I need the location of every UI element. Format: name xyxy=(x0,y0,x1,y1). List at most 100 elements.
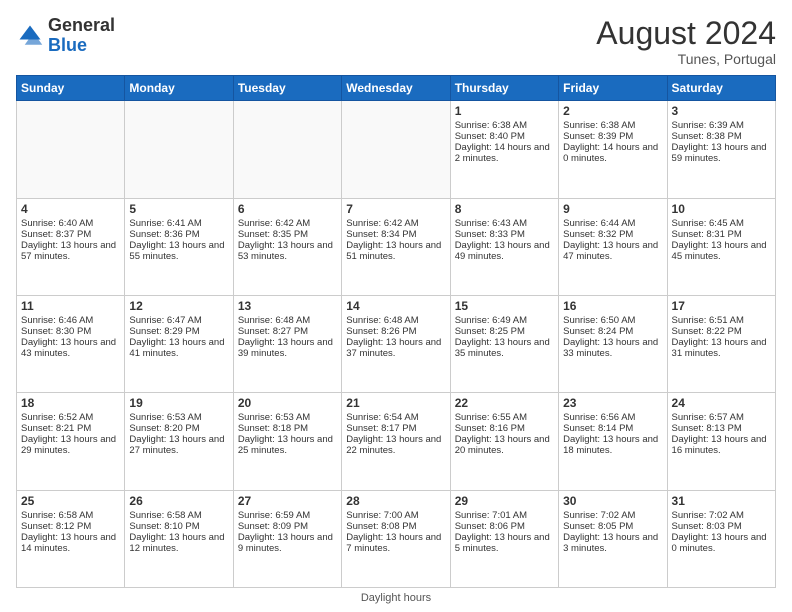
day-info: Daylight: 13 hours and 49 minutes. xyxy=(455,240,554,262)
day-info: Sunset: 8:20 PM xyxy=(129,423,228,434)
logo: General Blue xyxy=(16,16,115,56)
day-number: 27 xyxy=(238,494,337,508)
day-number: 5 xyxy=(129,202,228,216)
day-number: 19 xyxy=(129,396,228,410)
day-info: Sunset: 8:14 PM xyxy=(563,423,662,434)
day-info: Sunrise: 6:54 AM xyxy=(346,412,445,423)
calendar-cell: 30Sunrise: 7:02 AMSunset: 8:05 PMDayligh… xyxy=(559,490,667,587)
day-info: Sunrise: 6:49 AM xyxy=(455,315,554,326)
day-info: Sunrise: 6:39 AM xyxy=(672,120,771,131)
day-info: Sunrise: 6:51 AM xyxy=(672,315,771,326)
day-number: 23 xyxy=(563,396,662,410)
calendar-cell: 20Sunrise: 6:53 AMSunset: 8:18 PMDayligh… xyxy=(233,393,341,490)
calendar-cell: 23Sunrise: 6:56 AMSunset: 8:14 PMDayligh… xyxy=(559,393,667,490)
calendar-cell: 9Sunrise: 6:44 AMSunset: 8:32 PMDaylight… xyxy=(559,198,667,295)
calendar-cell: 12Sunrise: 6:47 AMSunset: 8:29 PMDayligh… xyxy=(125,295,233,392)
day-info: Sunset: 8:03 PM xyxy=(672,521,771,532)
day-number: 12 xyxy=(129,299,228,313)
day-info: Sunrise: 6:48 AM xyxy=(346,315,445,326)
day-number: 10 xyxy=(672,202,771,216)
month-year: August 2024 xyxy=(596,16,776,51)
day-info: Sunrise: 6:38 AM xyxy=(563,120,662,131)
calendar-cell: 21Sunrise: 6:54 AMSunset: 8:17 PMDayligh… xyxy=(342,393,450,490)
week-row-1: 1Sunrise: 6:38 AMSunset: 8:40 PMDaylight… xyxy=(17,101,776,198)
calendar: SundayMondayTuesdayWednesdayThursdayFrid… xyxy=(16,75,776,588)
day-header-saturday: Saturday xyxy=(667,76,775,101)
day-info: Daylight: 13 hours and 35 minutes. xyxy=(455,337,554,359)
day-info: Sunset: 8:39 PM xyxy=(563,131,662,142)
day-info: Sunrise: 6:57 AM xyxy=(672,412,771,423)
day-info: Sunset: 8:33 PM xyxy=(455,229,554,240)
week-row-2: 4Sunrise: 6:40 AMSunset: 8:37 PMDaylight… xyxy=(17,198,776,295)
day-info: Sunrise: 6:56 AM xyxy=(563,412,662,423)
location: Tunes, Portugal xyxy=(596,51,776,67)
day-header-monday: Monday xyxy=(125,76,233,101)
page: General Blue August 2024 Tunes, Portugal… xyxy=(0,0,792,612)
day-info: Sunset: 8:29 PM xyxy=(129,326,228,337)
header: General Blue August 2024 Tunes, Portugal xyxy=(16,16,776,67)
day-info: Sunset: 8:40 PM xyxy=(455,131,554,142)
day-info: Sunset: 8:17 PM xyxy=(346,423,445,434)
title-block: August 2024 Tunes, Portugal xyxy=(596,16,776,67)
day-header-friday: Friday xyxy=(559,76,667,101)
day-info: Daylight: 13 hours and 31 minutes. xyxy=(672,337,771,359)
day-number: 29 xyxy=(455,494,554,508)
calendar-cell: 3Sunrise: 6:39 AMSunset: 8:38 PMDaylight… xyxy=(667,101,775,198)
day-info: Sunrise: 6:50 AM xyxy=(563,315,662,326)
footer: Daylight hours xyxy=(16,588,776,604)
day-number: 7 xyxy=(346,202,445,216)
day-info: Daylight: 13 hours and 20 minutes. xyxy=(455,434,554,456)
day-info: Sunrise: 6:53 AM xyxy=(238,412,337,423)
day-info: Sunset: 8:21 PM xyxy=(21,423,120,434)
logo-icon xyxy=(16,22,44,50)
day-info: Sunrise: 6:48 AM xyxy=(238,315,337,326)
day-info: Daylight: 13 hours and 39 minutes. xyxy=(238,337,337,359)
footer-label: Daylight hours xyxy=(361,592,431,604)
day-info: Daylight: 13 hours and 51 minutes. xyxy=(346,240,445,262)
day-info: Sunrise: 6:55 AM xyxy=(455,412,554,423)
day-info: Sunrise: 6:38 AM xyxy=(455,120,554,131)
day-info: Sunrise: 6:42 AM xyxy=(238,218,337,229)
day-info: Daylight: 13 hours and 33 minutes. xyxy=(563,337,662,359)
day-info: Daylight: 13 hours and 12 minutes. xyxy=(129,532,228,554)
week-row-4: 18Sunrise: 6:52 AMSunset: 8:21 PMDayligh… xyxy=(17,393,776,490)
calendar-cell: 6Sunrise: 6:42 AMSunset: 8:35 PMDaylight… xyxy=(233,198,341,295)
day-number: 30 xyxy=(563,494,662,508)
day-header-thursday: Thursday xyxy=(450,76,558,101)
calendar-cell: 28Sunrise: 7:00 AMSunset: 8:08 PMDayligh… xyxy=(342,490,450,587)
day-info: Daylight: 13 hours and 59 minutes. xyxy=(672,142,771,164)
day-info: Daylight: 13 hours and 9 minutes. xyxy=(238,532,337,554)
day-info: Sunrise: 7:01 AM xyxy=(455,510,554,521)
day-number: 9 xyxy=(563,202,662,216)
day-info: Sunset: 8:24 PM xyxy=(563,326,662,337)
day-info: Daylight: 13 hours and 41 minutes. xyxy=(129,337,228,359)
day-info: Sunset: 8:37 PM xyxy=(21,229,120,240)
week-row-5: 25Sunrise: 6:58 AMSunset: 8:12 PMDayligh… xyxy=(17,490,776,587)
calendar-cell: 24Sunrise: 6:57 AMSunset: 8:13 PMDayligh… xyxy=(667,393,775,490)
day-info: Sunrise: 6:46 AM xyxy=(21,315,120,326)
calendar-cell xyxy=(233,101,341,198)
calendar-cell: 1Sunrise: 6:38 AMSunset: 8:40 PMDaylight… xyxy=(450,101,558,198)
day-info: Sunset: 8:18 PM xyxy=(238,423,337,434)
day-info: Daylight: 13 hours and 53 minutes. xyxy=(238,240,337,262)
day-info: Daylight: 13 hours and 37 minutes. xyxy=(346,337,445,359)
calendar-cell: 26Sunrise: 6:58 AMSunset: 8:10 PMDayligh… xyxy=(125,490,233,587)
day-number: 21 xyxy=(346,396,445,410)
day-info: Sunrise: 6:42 AM xyxy=(346,218,445,229)
day-info: Sunset: 8:38 PM xyxy=(672,131,771,142)
day-info: Sunrise: 6:43 AM xyxy=(455,218,554,229)
day-info: Sunset: 8:25 PM xyxy=(455,326,554,337)
day-number: 25 xyxy=(21,494,120,508)
day-header-tuesday: Tuesday xyxy=(233,76,341,101)
day-number: 16 xyxy=(563,299,662,313)
day-info: Sunrise: 6:40 AM xyxy=(21,218,120,229)
day-number: 17 xyxy=(672,299,771,313)
calendar-cell: 18Sunrise: 6:52 AMSunset: 8:21 PMDayligh… xyxy=(17,393,125,490)
day-number: 8 xyxy=(455,202,554,216)
day-info: Sunset: 8:26 PM xyxy=(346,326,445,337)
day-info: Sunset: 8:13 PM xyxy=(672,423,771,434)
day-number: 6 xyxy=(238,202,337,216)
calendar-cell xyxy=(17,101,125,198)
day-info: Sunrise: 7:02 AM xyxy=(563,510,662,521)
day-info: Sunset: 8:06 PM xyxy=(455,521,554,532)
